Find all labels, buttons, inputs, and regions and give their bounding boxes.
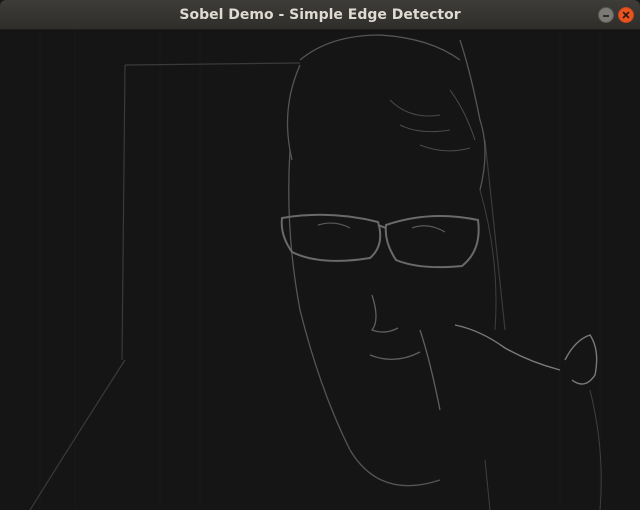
close-icon	[622, 11, 630, 19]
edge-image	[0, 30, 640, 510]
window-title: Sobel Demo - Simple Edge Detector	[179, 7, 461, 23]
minimize-icon	[603, 15, 609, 17]
close-button[interactable]	[618, 7, 634, 23]
minimize-button[interactable]	[598, 7, 614, 23]
title-bar[interactable]: Sobel Demo - Simple Edge Detector	[0, 0, 640, 30]
app-window: Sobel Demo - Simple Edge Detector	[0, 0, 640, 510]
edge-image-view	[0, 30, 640, 510]
